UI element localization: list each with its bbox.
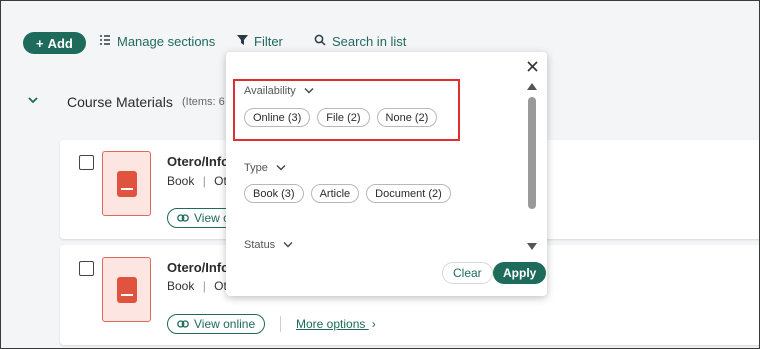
filter-chip-book[interactable]: Book (3) — [244, 184, 304, 203]
meta-separator: | — [202, 174, 206, 188]
view-online-button[interactable]: View online — [167, 314, 266, 334]
search-in-list-button[interactable]: Search in list — [314, 34, 406, 49]
filter-popover: Availability Online (3) File (2) None (2… — [226, 52, 547, 296]
search-label: Search in list — [332, 34, 407, 49]
plus-icon: + — [36, 35, 44, 51]
meta-separator: | — [202, 279, 206, 293]
item-thumbnail — [102, 151, 151, 216]
manage-sections-link[interactable]: Manage sections — [99, 34, 215, 49]
item-checkbox[interactable] — [79, 155, 94, 170]
manage-sections-label: Manage sections — [117, 34, 216, 49]
add-button-label: Add — [47, 35, 73, 51]
filter-icon — [237, 34, 248, 49]
filter-chip-online[interactable]: Online (3) — [244, 108, 311, 127]
filter-chip-file[interactable]: File (2) — [317, 108, 370, 127]
item-author: Ot — [214, 279, 227, 293]
status-group-toggle[interactable]: Status — [244, 239, 293, 251]
type-label: Type — [244, 162, 268, 174]
availability-label: Availability — [244, 85, 296, 97]
scrollbar-thumb[interactable] — [528, 97, 536, 209]
type-chips: Book (3) Article Document (2) — [244, 184, 451, 203]
section-title: Course Materials — [67, 94, 173, 110]
link-icon — [177, 317, 189, 331]
filter-button[interactable]: Filter — [237, 34, 283, 49]
filter-label: Filter — [254, 34, 283, 49]
app-frame: + Add Manage sections Filter Search in l… — [0, 0, 760, 349]
item-type: Book — [167, 174, 195, 188]
link-icon — [177, 211, 189, 225]
item-author: Ot — [214, 174, 227, 188]
scroll-up-arrow-icon[interactable] — [527, 82, 537, 93]
item-title[interactable]: Otero/Info — [167, 154, 229, 169]
chevron-down-icon — [276, 163, 286, 174]
availability-group-toggle[interactable]: Availability — [244, 85, 314, 97]
clear-button[interactable]: Clear — [442, 262, 493, 284]
chevron-down-icon — [304, 86, 314, 97]
apply-button[interactable]: Apply — [493, 262, 547, 284]
filter-chip-document[interactable]: Document (2) — [366, 184, 451, 203]
section-collapse-chevron-icon[interactable] — [28, 93, 38, 107]
action-divider — [280, 316, 281, 332]
add-button[interactable]: + Add — [23, 32, 86, 54]
more-options-label: More options — [296, 317, 366, 331]
status-label: Status — [244, 239, 276, 251]
filter-chip-none[interactable]: None (2) — [376, 108, 438, 127]
item-title[interactable]: Otero/Info — [167, 260, 229, 275]
book-icon — [116, 170, 137, 197]
view-online-label: View o — [194, 211, 230, 225]
item-meta: Book | Ot — [167, 279, 227, 293]
item-type: Book — [167, 279, 195, 293]
chevron-down-icon — [283, 240, 293, 251]
availability-chips: Online (3) File (2) None (2) — [244, 108, 438, 127]
chevron-right-icon: › — [371, 317, 376, 331]
item-checkbox[interactable] — [79, 261, 94, 276]
book-icon — [116, 276, 137, 303]
close-icon[interactable] — [527, 59, 538, 76]
item-meta: Book | Ot — [167, 174, 227, 188]
item-thumbnail — [102, 257, 151, 322]
filter-scrollbar[interactable] — [527, 82, 537, 252]
filter-chip-article[interactable]: Article — [310, 184, 360, 203]
toolbar: + Add — [23, 31, 86, 55]
view-online-label: View online — [194, 317, 256, 331]
manage-sections-icon — [99, 34, 111, 49]
scroll-down-arrow-icon[interactable] — [527, 242, 537, 253]
type-group-toggle[interactable]: Type — [244, 162, 286, 174]
more-options-link[interactable]: More options › — [296, 317, 376, 331]
section-item-count: (Items: 6 — [182, 96, 225, 108]
search-icon — [314, 34, 326, 49]
